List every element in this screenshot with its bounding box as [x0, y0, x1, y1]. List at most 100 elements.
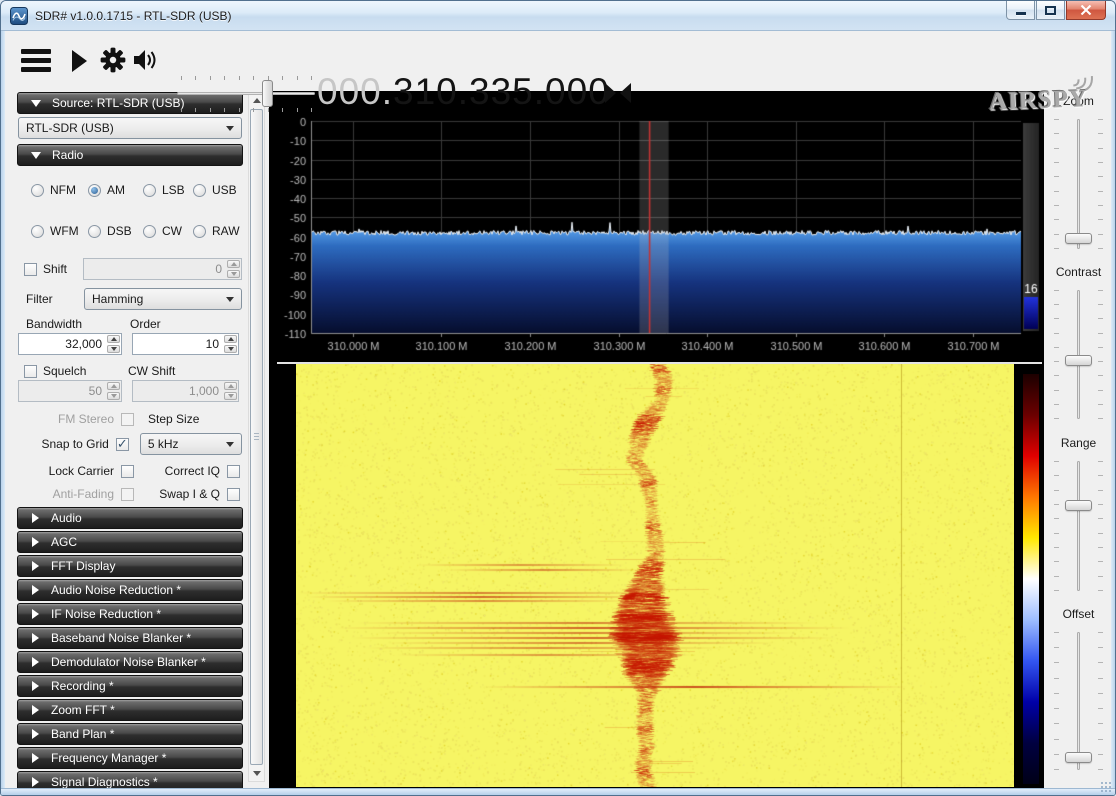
shift-checkbox[interactable]: [24, 263, 37, 276]
lock-carrier-checkbox[interactable]: [121, 465, 134, 478]
spin-down-button[interactable]: [227, 270, 240, 278]
radio-button[interactable]: [31, 184, 44, 197]
panel-header-baseband-noise-blanker[interactable]: Baseband Noise Blanker *: [17, 627, 243, 649]
panel-header-zoom-fft[interactable]: Zoom FFT *: [17, 699, 243, 721]
fft-spectrum-display[interactable]: [269, 91, 1044, 361]
mode-label: LSB: [162, 183, 185, 197]
settings-button[interactable]: [99, 46, 127, 77]
mode-cw[interactable]: CW: [143, 224, 193, 238]
slider-track[interactable]: [1077, 119, 1080, 249]
radio-button[interactable]: [88, 225, 101, 238]
filter-dropdown[interactable]: Hamming: [84, 288, 242, 310]
panel-header-demodulator-noise-blanker[interactable]: Demodulator Noise Blanker *: [17, 651, 243, 673]
mute-button[interactable]: [133, 48, 161, 75]
volume-slider[interactable]: [177, 73, 315, 117]
cw-shift-value: 1,000: [133, 381, 223, 401]
panel-title: Signal Diagnostics *: [51, 775, 158, 789]
panel-header-agc[interactable]: AGC: [17, 531, 243, 553]
radio-button[interactable]: [88, 184, 101, 197]
slider-track[interactable]: [1077, 632, 1080, 770]
sdrsharp-window: SDR# v1.0.0.1715 - RTL-SDR (USB): [0, 0, 1116, 796]
scrollbar-thumb[interactable]: [250, 109, 263, 765]
sidebar-scrollbar[interactable]: [248, 92, 265, 782]
menu-button[interactable]: [21, 49, 51, 72]
radio-button[interactable]: [193, 225, 206, 238]
maximize-button[interactable]: [1036, 1, 1065, 20]
slider-thumb[interactable]: [1065, 233, 1092, 244]
slider-thumb[interactable]: [1065, 355, 1092, 366]
volume-thumb[interactable]: [262, 80, 273, 107]
frequency-display[interactable]: 000.310.335.000: [317, 67, 610, 117]
mode-nfm[interactable]: NFM: [31, 183, 88, 197]
shift-value: 0: [84, 259, 226, 279]
panel-header-audio[interactable]: Audio: [17, 507, 243, 529]
panel-header-frequency-manager[interactable]: Frequency Manager *: [17, 747, 243, 769]
window-title: SDR# v1.0.0.1715 - RTL-SDR (USB): [35, 9, 232, 23]
dropdown-arrow-icon: [226, 297, 234, 302]
gear-icon: [99, 46, 127, 74]
spin-up-button[interactable]: [224, 335, 237, 343]
mode-usb[interactable]: USB: [193, 183, 243, 197]
radio-button[interactable]: [143, 184, 156, 197]
minimize-button[interactable]: [1006, 1, 1035, 20]
mode-dsb[interactable]: DSB: [88, 224, 143, 238]
chevron-right-icon: [32, 633, 39, 643]
swap-iq-checkbox[interactable]: [227, 488, 240, 501]
anti-fading-checkbox[interactable]: [121, 488, 134, 501]
bandwidth-spinner[interactable]: 32,000: [18, 333, 122, 355]
snap-to-grid-checkbox[interactable]: [116, 438, 129, 451]
panel-title: Recording *: [51, 679, 114, 693]
spin-up-button[interactable]: [107, 335, 120, 343]
spin-up-button[interactable]: [107, 382, 120, 390]
mode-raw[interactable]: RAW: [193, 224, 243, 238]
shift-spinner[interactable]: 0: [83, 258, 242, 280]
step-size-dropdown[interactable]: 5 kHz: [140, 433, 242, 455]
squelch-spinner[interactable]: 50: [18, 380, 122, 402]
panel-header-fft-display[interactable]: FFT Display: [17, 555, 243, 577]
title-bar[interactable]: SDR# v1.0.0.1715 - RTL-SDR (USB): [1, 1, 1115, 31]
panel-header-radio[interactable]: Radio: [17, 144, 243, 166]
center-tune-button[interactable]: [605, 83, 631, 106]
panel-header-audio-noise-reduction[interactable]: Audio Noise Reduction *: [17, 579, 243, 601]
panel-header-recording[interactable]: Recording *: [17, 675, 243, 697]
contrast-slider-label: Contrast: [1044, 265, 1113, 279]
panel-header-if-noise-reduction[interactable]: IF Noise Reduction *: [17, 603, 243, 625]
mode-label: USB: [212, 183, 237, 197]
close-button[interactable]: [1066, 1, 1106, 20]
radio-button[interactable]: [193, 184, 206, 197]
spin-down-button[interactable]: [107, 345, 120, 353]
filter-label: Filter: [26, 292, 84, 306]
order-spinner[interactable]: 10: [132, 333, 239, 355]
mode-lsb[interactable]: LSB: [143, 183, 193, 197]
squelch-value: 50: [19, 381, 106, 401]
spin-down-button[interactable]: [224, 392, 237, 400]
spin-down-button[interactable]: [224, 345, 237, 353]
squelch-checkbox[interactable]: [24, 365, 37, 378]
frequency-digits: 310.335.000: [393, 71, 610, 113]
mode-wfm[interactable]: WFM: [31, 224, 88, 238]
mode-am[interactable]: AM: [88, 183, 143, 197]
slider-thumb[interactable]: [1065, 500, 1092, 511]
spin-up-button[interactable]: [227, 260, 240, 268]
radio-button[interactable]: [31, 225, 44, 238]
fm-stereo-checkbox[interactable]: [121, 413, 134, 426]
source-device-dropdown[interactable]: RTL-SDR (USB): [18, 117, 242, 139]
minimize-icon: [1016, 12, 1026, 15]
panel-title: Baseband Noise Blanker *: [51, 631, 191, 645]
slider-track[interactable]: [1077, 461, 1080, 591]
radio-button[interactable]: [143, 225, 156, 238]
hamburger-icon: [21, 49, 51, 54]
scroll-down-button[interactable]: [249, 766, 264, 781]
panel-header-band-plan[interactable]: Band Plan *: [17, 723, 243, 745]
slider-thumb[interactable]: [1065, 752, 1092, 763]
spin-up-button[interactable]: [224, 382, 237, 390]
spin-down-button[interactable]: [107, 392, 120, 400]
volume-track[interactable]: [177, 92, 315, 95]
sidebar: Source: RTL-SDR (USB) RTL-SDR (USB) Radi…: [17, 92, 243, 790]
cw-shift-spinner[interactable]: 1,000: [132, 380, 239, 402]
play-button[interactable]: [71, 50, 88, 75]
correct-iq-checkbox[interactable]: [227, 465, 240, 478]
resize-grip[interactable]: [1100, 781, 1112, 793]
waterfall-display[interactable]: [296, 364, 1014, 787]
display-settings-panel: Zoom Contrast Range Offset: [1044, 91, 1113, 790]
